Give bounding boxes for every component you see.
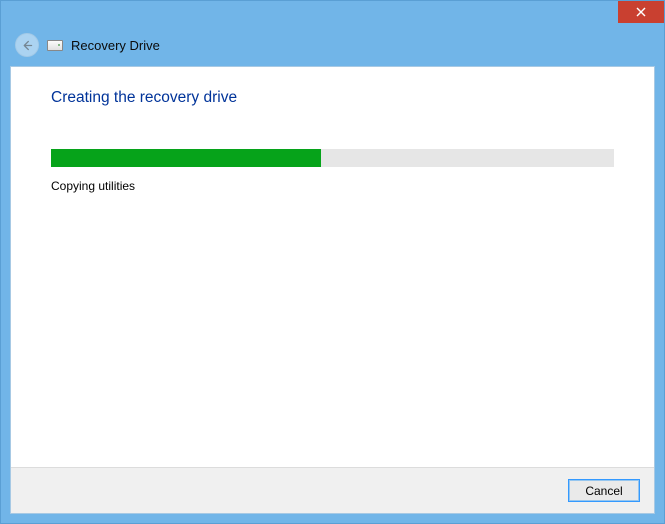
header-row: Recovery Drive <box>1 29 664 61</box>
status-text: Copying utilities <box>51 179 614 193</box>
back-button <box>15 33 39 57</box>
content-inner: Creating the recovery drive Copying util… <box>11 67 654 193</box>
cancel-button[interactable]: Cancel <box>568 479 640 502</box>
page-heading: Creating the recovery drive <box>51 89 614 107</box>
back-arrow-icon <box>21 39 34 52</box>
footer: Cancel <box>11 467 654 513</box>
drive-icon <box>47 40 63 51</box>
titlebar <box>1 1 664 29</box>
wizard-window: Recovery Drive Creating the recovery dri… <box>0 0 665 524</box>
content-area: Creating the recovery drive Copying util… <box>10 66 655 514</box>
close-button[interactable] <box>618 1 664 23</box>
progress-fill <box>51 149 321 167</box>
progress-bar <box>51 149 614 167</box>
window-title: Recovery Drive <box>71 38 160 53</box>
close-icon <box>636 7 646 17</box>
